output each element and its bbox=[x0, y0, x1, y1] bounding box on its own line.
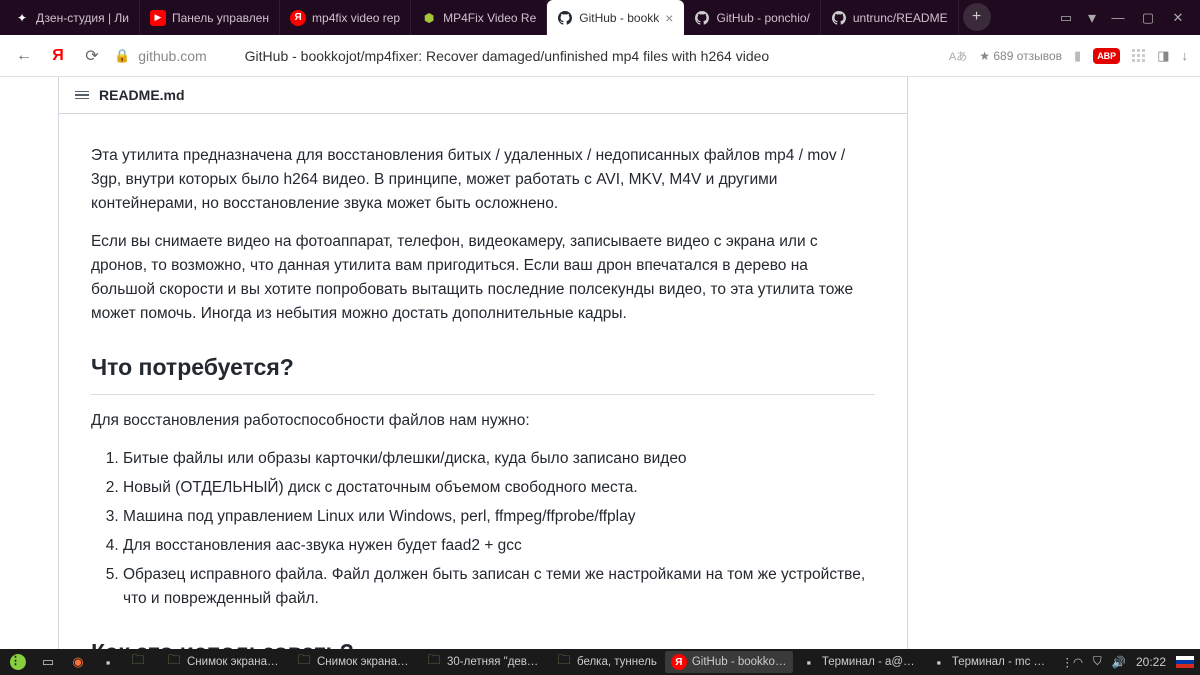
taskbar-item[interactable]: 🗀Снимок экрана_… bbox=[160, 651, 288, 673]
taskbar-item[interactable]: 🗀Снимок экрана_… bbox=[290, 651, 418, 673]
mint-icon: ⋮⋮ bbox=[10, 654, 26, 670]
apps-icon[interactable] bbox=[1132, 49, 1145, 62]
heading-requirements: Что потребуется? bbox=[91, 350, 875, 395]
tab-github-3[interactable]: untrunc/README bbox=[821, 0, 959, 35]
reviews-badge[interactable]: ★ 689 отзывов bbox=[979, 49, 1062, 63]
desktop-icon: ▭ bbox=[40, 654, 56, 670]
taskbar-item[interactable]: 🗀белка, туннель bbox=[550, 651, 663, 673]
firefox-icon: ◉ bbox=[70, 654, 86, 670]
github-icon bbox=[557, 10, 573, 26]
folder-icon: 🗀 bbox=[130, 654, 146, 670]
tab-github-2[interactable]: GitHub - ponchio/ bbox=[684, 0, 820, 35]
yandex-icon: Я bbox=[290, 10, 306, 26]
youtube-icon: ▶ bbox=[150, 10, 166, 26]
tab-android[interactable]: ⬢MP4Fix Video Re bbox=[411, 0, 547, 35]
clock[interactable]: 20:22 bbox=[1136, 655, 1166, 669]
tab-github-active[interactable]: GitHub - bookk × bbox=[547, 0, 684, 35]
tab-yandex[interactable]: Яmp4fix video rep bbox=[280, 0, 411, 35]
toc-icon[interactable] bbox=[75, 91, 89, 100]
terminal-icon: ▪ bbox=[931, 654, 947, 670]
readme-p3: Для восстановления работоспособности фай… bbox=[91, 409, 875, 433]
list-item: Образец исправного файла. Файл должен бы… bbox=[123, 563, 875, 611]
readme-p1: Эта утилита предназначена для восстановл… bbox=[91, 144, 875, 216]
terminal-icon: ▪ bbox=[100, 654, 116, 670]
terminal-button[interactable]: ▪ bbox=[94, 651, 122, 673]
volume-icon[interactable]: 🔊 bbox=[1112, 655, 1126, 669]
sidebar-icon[interactable]: ◨ bbox=[1157, 48, 1169, 64]
new-tab-button[interactable]: + bbox=[963, 3, 991, 31]
heading-usage: Как это использовать? bbox=[91, 635, 875, 649]
address-bar: ← Я ⟳ 🔒 github.com GitHub - bookkojot/mp… bbox=[0, 35, 1200, 77]
folder-icon: 🗀 bbox=[426, 654, 442, 670]
folder-icon: 🗀 bbox=[556, 654, 572, 670]
taskbar-item-active[interactable]: ЯGitHub - bookkoj… bbox=[665, 651, 793, 673]
github-icon bbox=[694, 10, 710, 26]
taskbar-item[interactable]: ▪Терминал - a@a-… bbox=[795, 651, 923, 673]
notifications-icon[interactable]: ▾ bbox=[1088, 8, 1096, 28]
url-display[interactable]: 🔒 github.com GitHub - bookkojot/mp4fixer… bbox=[114, 48, 939, 64]
github-icon bbox=[831, 10, 847, 26]
readme-p2: Если вы снимаете видео на фотоаппарат, т… bbox=[91, 230, 875, 326]
close-window-button[interactable]: ✕ bbox=[1170, 10, 1186, 26]
folder-icon: 🗀 bbox=[296, 654, 312, 670]
back-button[interactable]: ← bbox=[12, 44, 36, 68]
tab-zen[interactable]: ✦Дзен-студия | Ли bbox=[4, 0, 140, 35]
android-icon: ⬢ bbox=[421, 10, 437, 26]
system-taskbar: ⋮⋮ ▭ ◉ ▪ 🗀 🗀Снимок экрана_… 🗀Снимок экра… bbox=[0, 649, 1200, 675]
url-domain: github.com bbox=[138, 48, 206, 64]
readme-body: Эта утилита предназначена для восстановл… bbox=[59, 114, 907, 649]
readme-header: README.md bbox=[59, 77, 907, 114]
reload-button[interactable]: ⟳ bbox=[80, 44, 104, 68]
zen-icon: ✦ bbox=[14, 10, 30, 26]
list-item: Машина под управлением Linux или Windows… bbox=[123, 505, 875, 529]
page-content: README.md Эта утилита предназначена для … bbox=[0, 77, 1200, 649]
list-item: Новый (ОТДЕЛЬНЫЙ) диск с достаточным объ… bbox=[123, 476, 875, 500]
extensions-icon[interactable]: ▭ bbox=[1058, 10, 1074, 26]
bookmark-icon[interactable]: ▮ bbox=[1074, 48, 1081, 64]
show-desktop-button[interactable]: ▭ bbox=[34, 651, 62, 673]
translate-icon[interactable]: Aあ bbox=[949, 48, 967, 64]
page-title: GitHub - bookkojot/mp4fixer: Recover dam… bbox=[245, 48, 770, 64]
lock-icon: 🔒 bbox=[114, 48, 130, 64]
requirements-list: Битые файлы или образы карточки/флешки/д… bbox=[91, 447, 875, 611]
minimize-button[interactable]: ― bbox=[1110, 10, 1126, 26]
list-item: Для восстановления aac-звука нужен будет… bbox=[123, 534, 875, 558]
readme-filename: README.md bbox=[99, 87, 185, 103]
taskbar-item[interactable]: ▪Терминал - mc [a… bbox=[925, 651, 1053, 673]
start-menu-button[interactable]: ⋮⋮ bbox=[4, 651, 32, 673]
keyboard-layout-flag[interactable] bbox=[1176, 656, 1194, 669]
downloads-icon[interactable]: ↓ bbox=[1182, 48, 1189, 63]
close-icon[interactable]: × bbox=[665, 10, 673, 26]
updates-icon[interactable]: ⛉ bbox=[1093, 656, 1102, 669]
files-button[interactable]: 🗀 bbox=[124, 651, 152, 673]
maximize-button[interactable]: ▢ bbox=[1140, 10, 1156, 26]
list-item: Битые файлы или образы карточки/флешки/д… bbox=[123, 447, 875, 471]
tab-youtube[interactable]: ▶Панель управлен bbox=[140, 0, 280, 35]
terminal-icon: ▪ bbox=[801, 654, 817, 670]
taskbar-item[interactable]: 🗀30-летняя "девя… bbox=[420, 651, 548, 673]
wifi-icon[interactable]: ⋮◠ bbox=[1061, 655, 1083, 669]
firefox-button[interactable]: ◉ bbox=[64, 651, 92, 673]
home-button[interactable]: Я bbox=[46, 44, 70, 68]
yandex-icon: Я bbox=[671, 654, 687, 670]
abp-icon[interactable]: ABP bbox=[1093, 48, 1120, 64]
folder-icon: 🗀 bbox=[166, 654, 182, 670]
browser-tabbar: ✦Дзен-студия | Ли ▶Панель управлен Яmp4f… bbox=[0, 0, 1200, 35]
